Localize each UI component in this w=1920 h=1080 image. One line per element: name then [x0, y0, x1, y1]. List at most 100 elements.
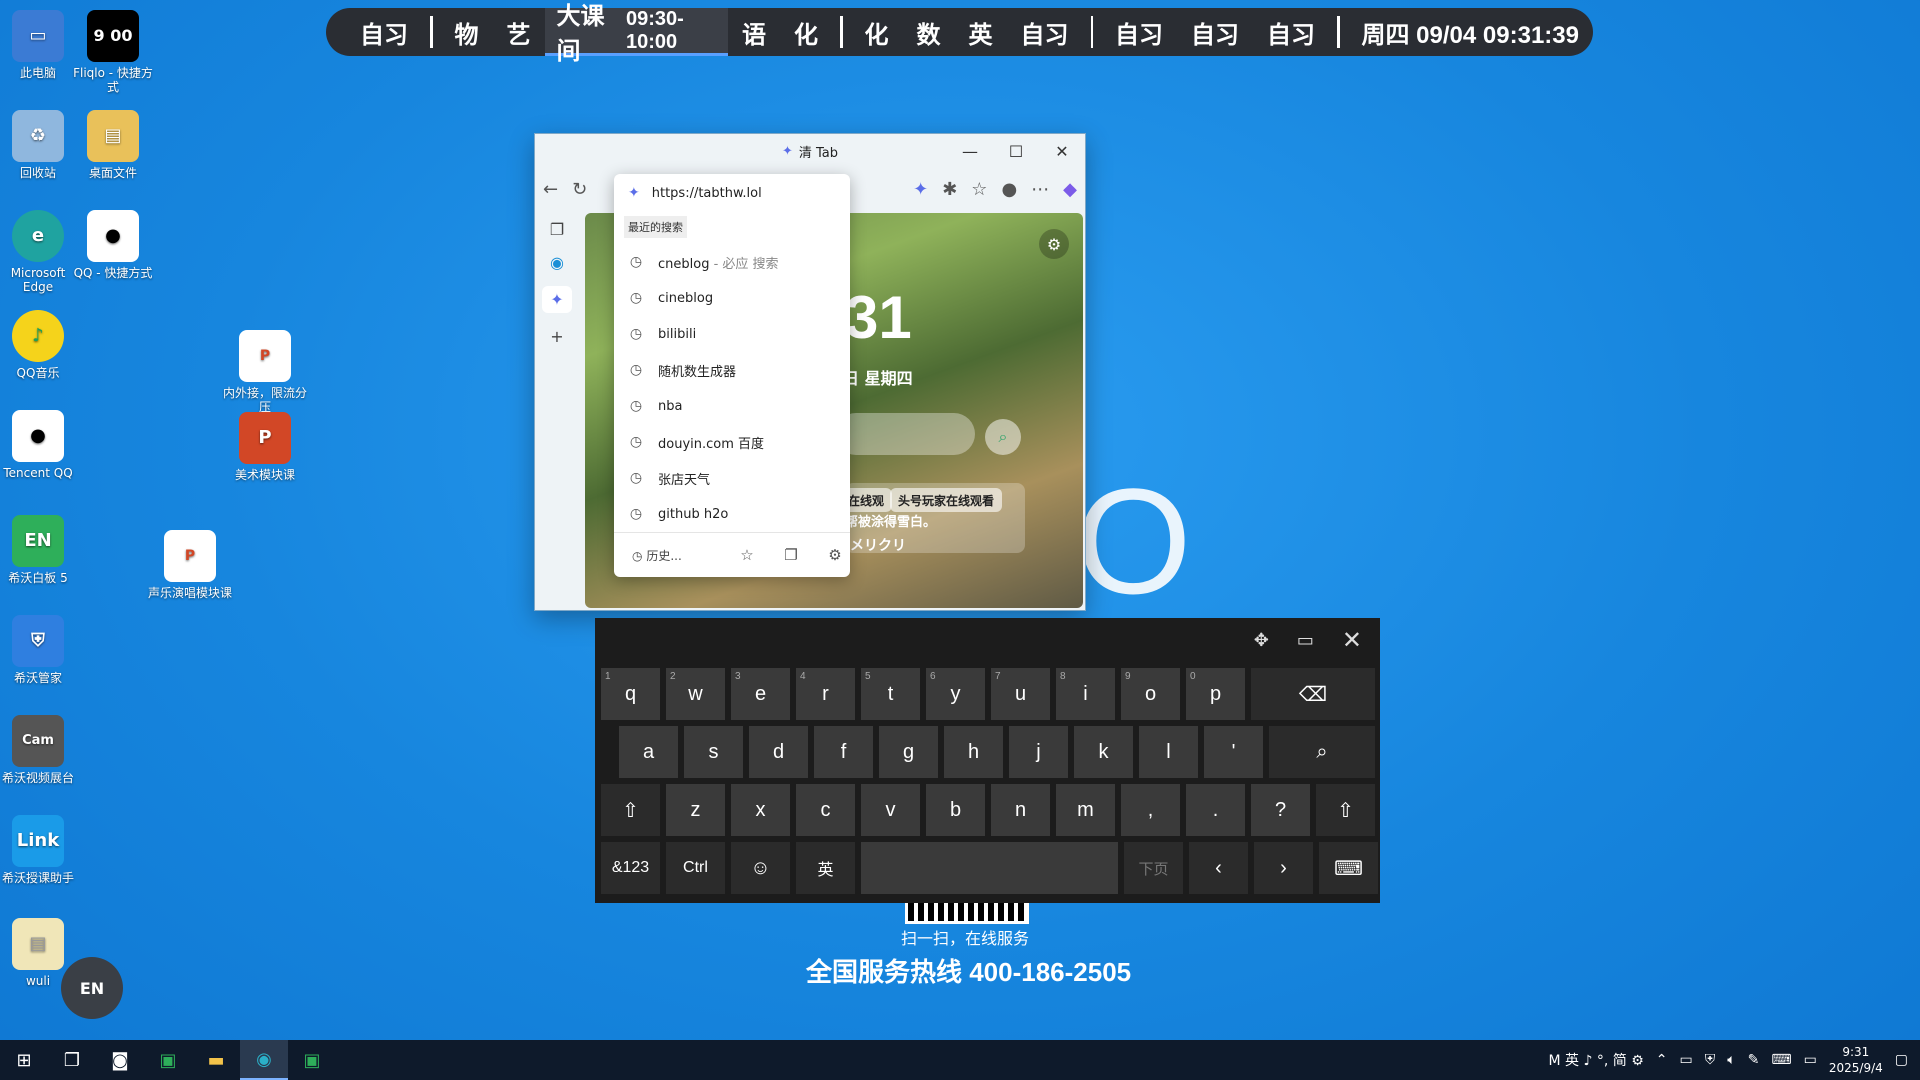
- key-y[interactable]: 6y: [926, 668, 985, 720]
- key-m[interactable]: m: [1056, 784, 1115, 836]
- notification-icon[interactable]: ▢: [1895, 1052, 1908, 1068]
- edge-tab-icon[interactable]: ◉: [550, 253, 564, 272]
- desktop-icon-qq-music[interactable]: ♪ QQ音乐: [0, 310, 81, 380]
- suggestion-item[interactable]: ◷ 张店天气: [614, 460, 850, 496]
- file-explorer-icon[interactable]: ▬: [192, 1040, 240, 1080]
- back-arrow-icon[interactable]: ←: [543, 179, 558, 200]
- keyboard-settings-key[interactable]: ⌨: [1319, 842, 1378, 894]
- search-icon[interactable]: ⌕: [985, 419, 1021, 455]
- key-v[interactable]: v: [861, 784, 920, 836]
- key-u[interactable]: 7u: [991, 668, 1050, 720]
- desktop-icon-tencent-qq[interactable]: ● Tencent QQ: [0, 410, 81, 480]
- more-menu-icon[interactable]: ⋯: [1031, 179, 1049, 200]
- keyboard-close-icon[interactable]: ✕: [1342, 626, 1362, 654]
- emoji-key[interactable]: ☺: [731, 842, 790, 894]
- copilot-icon[interactable]: ◆: [1063, 179, 1077, 200]
- history-link[interactable]: ◷ 历史...: [632, 547, 682, 564]
- page-down-key[interactable]: 下页: [1124, 842, 1183, 894]
- space-key[interactable]: [861, 842, 1118, 894]
- suggestion-item[interactable]: ◷ cneblog - 必应 搜索: [614, 244, 850, 280]
- page-search-input[interactable]: [835, 413, 975, 455]
- suggestion-item[interactable]: ◷ cineblog: [614, 280, 850, 316]
- left-arrow-key[interactable]: ‹: [1189, 842, 1248, 894]
- key-d[interactable]: d: [749, 726, 808, 778]
- seewo-board-taskbar-icon[interactable]: ▣: [288, 1040, 336, 1080]
- key-s[interactable]: s: [684, 726, 743, 778]
- desktop-icon-seewo-camera[interactable]: Cam 希沃视频展台: [0, 715, 81, 785]
- key-i[interactable]: 8i: [1056, 668, 1115, 720]
- key-q[interactable]: 1q: [601, 668, 660, 720]
- suggestion-item[interactable]: ◷ douyin.com 百度: [614, 424, 850, 460]
- close-button[interactable]: ✕: [1039, 134, 1085, 168]
- suggestion-item[interactable]: ◷ bilibili: [614, 316, 850, 352]
- suggestion-item[interactable]: ◷ nba: [614, 388, 850, 424]
- backspace-key[interactable]: ⌫: [1251, 668, 1375, 720]
- key-l[interactable]: l: [1139, 726, 1198, 778]
- active-tab-icon[interactable]: ✦: [542, 286, 572, 313]
- key-o[interactable]: 9o: [1121, 668, 1180, 720]
- new-tab-plus-icon[interactable]: +: [550, 327, 563, 346]
- collections-icon[interactable]: ❐: [776, 546, 806, 564]
- seewo-floating-button[interactable]: EN: [61, 957, 123, 1019]
- taskbar-clock[interactable]: 9:31 2025/9/4: [1829, 1044, 1883, 1076]
- desktop-icon-this-pc[interactable]: ▭ 此电脑: [0, 10, 81, 80]
- favorites-icon[interactable]: ☆: [971, 179, 987, 200]
- pen-icon[interactable]: ✎: [1748, 1052, 1760, 1068]
- ctrl-key[interactable]: Ctrl: [666, 842, 725, 894]
- security-shield-icon[interactable]: ⛨: [1705, 1052, 1716, 1068]
- extensions-puzzle-icon[interactable]: ✱: [942, 179, 957, 200]
- seewo-en-taskbar-icon[interactable]: ▣: [144, 1040, 192, 1080]
- key-apostrophe[interactable]: ': [1204, 726, 1263, 778]
- volume-icon[interactable]: 🔈︎: [1727, 1052, 1735, 1068]
- address-bar-input[interactable]: ✦ https://tabthw.lol: [614, 174, 850, 212]
- right-arrow-key[interactable]: ›: [1254, 842, 1313, 894]
- desktop-icon-seewo-board[interactable]: EN 希沃白板 5: [0, 515, 81, 585]
- tab-actions-icon[interactable]: ❐: [550, 220, 564, 239]
- key-a[interactable]: a: [619, 726, 678, 778]
- key-z[interactable]: z: [666, 784, 725, 836]
- desktop-icon-seewo-link[interactable]: Link 希沃授课助手: [0, 815, 81, 885]
- seewo-camera-taskbar-icon[interactable]: ◙: [96, 1040, 144, 1080]
- symbols-key[interactable]: &123: [601, 842, 660, 894]
- desktop-icon-ppt-circuit[interactable]: P 内外接，限流分压: [222, 330, 308, 414]
- desktop-icon-qq-shortcut[interactable]: ● QQ - 快捷方式: [70, 210, 156, 280]
- key-r[interactable]: 4r: [796, 668, 855, 720]
- keyboard-layout-icon[interactable]: ▭: [1297, 630, 1314, 651]
- minimize-button[interactable]: —: [947, 134, 993, 168]
- refresh-icon[interactable]: ↻: [572, 179, 587, 200]
- desktop-icon-fliqlo[interactable]: 9 00 Fliqlo - 快捷方式: [70, 10, 156, 94]
- key-j[interactable]: j: [1009, 726, 1068, 778]
- language-key[interactable]: 英: [796, 842, 855, 894]
- key-c[interactable]: c: [796, 784, 855, 836]
- window-titlebar[interactable]: ✦ 清 Tab — ☐ ✕: [535, 134, 1085, 168]
- key-k[interactable]: k: [1074, 726, 1133, 778]
- key-b[interactable]: b: [926, 784, 985, 836]
- edge-taskbar-icon[interactable]: ◉: [240, 1040, 288, 1080]
- key-p[interactable]: 0p: [1186, 668, 1245, 720]
- start-windows-icon[interactable]: ⊞: [0, 1040, 48, 1080]
- desktop-icon-desktop-files[interactable]: ▤ 桌面文件: [70, 110, 156, 180]
- tablet-icon[interactable]: ▭: [1804, 1052, 1817, 1068]
- network-icon[interactable]: ▭: [1680, 1052, 1693, 1068]
- maximize-button[interactable]: ☐: [993, 134, 1039, 168]
- key-e[interactable]: 3e: [731, 668, 790, 720]
- desktop-icon-edge[interactable]: e Microsoft Edge: [0, 210, 81, 294]
- profile-avatar-icon[interactable]: ●: [1001, 179, 1017, 200]
- search-key[interactable]: ⌕: [1269, 726, 1375, 778]
- touch-keyboard-icon[interactable]: ⌨: [1771, 1052, 1791, 1068]
- key-question[interactable]: ?: [1251, 784, 1310, 836]
- key-comma[interactable]: ,: [1121, 784, 1180, 836]
- key-f[interactable]: f: [814, 726, 873, 778]
- ime-indicator[interactable]: M 英 ♪ °, 简 ⚙: [1549, 1050, 1644, 1070]
- settings-gear-icon[interactable]: ⚙: [1039, 229, 1069, 259]
- shift-key[interactable]: ⇧: [601, 784, 660, 836]
- desktop-icon-recycle-bin[interactable]: ♻ 回收站: [0, 110, 81, 180]
- key-w[interactable]: 2w: [666, 668, 725, 720]
- chevron-up-icon[interactable]: ⌃: [1656, 1052, 1668, 1068]
- desktop-icon-vocal-module[interactable]: P 声乐演唱模块课: [147, 530, 233, 600]
- key-t[interactable]: 5t: [861, 668, 920, 720]
- key-x[interactable]: x: [731, 784, 790, 836]
- task-view-icon[interactable]: ❐: [48, 1040, 96, 1080]
- key-n[interactable]: n: [991, 784, 1050, 836]
- key-h[interactable]: h: [944, 726, 1003, 778]
